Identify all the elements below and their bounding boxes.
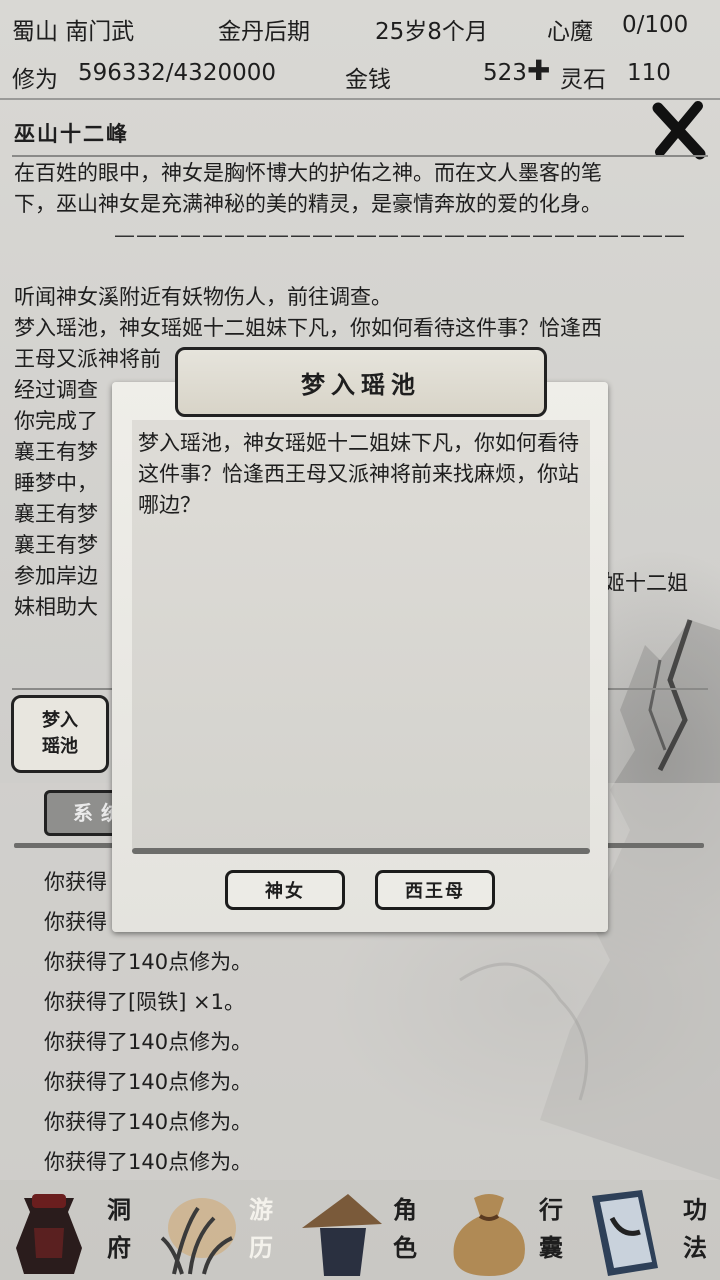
- nav-label: 法: [683, 1233, 707, 1262]
- location-text: 蜀山 南门武: [12, 19, 135, 45]
- status-bar: 蜀山 南门武 金丹后期 25岁8个月 心魔 0/100 修为 596332/43…: [0, 0, 720, 100]
- nav-item-travel[interactable]: 游 历: [150, 1180, 290, 1280]
- log-item: 你获得了140点修为。: [44, 1030, 253, 1054]
- nav-label: 游: [249, 1195, 273, 1224]
- sack-icon: [453, 1194, 525, 1276]
- event-button-dream-yaochi[interactable]: 梦入 瑶池: [11, 695, 109, 773]
- event-button-label: 瑶池: [42, 736, 78, 757]
- log-item: 你获得了140点修为。: [44, 1070, 253, 1094]
- nav-label: 府: [107, 1233, 131, 1262]
- realm-text: 金丹后期: [218, 19, 310, 45]
- money-value: 523: [483, 60, 527, 86]
- nav-item-skills[interactable]: 功 法: [580, 1180, 720, 1280]
- cultivation-value: 596332/4320000: [78, 60, 276, 86]
- treasure-bag-icon: [16, 1194, 82, 1274]
- heart-demon-label: 心魔: [547, 19, 593, 45]
- nav-label: 角: [393, 1195, 417, 1224]
- description-line: 在百姓的眼中，神女是胸怀博大的护佑之神。而在文人墨客的笔: [14, 161, 602, 185]
- nav-label: 历: [249, 1233, 273, 1262]
- nav-label: 色: [393, 1233, 417, 1262]
- description-line: 梦入瑶池，神女瑶姬十二姐妹下凡，你如何看待这件事？恰逢西: [14, 316, 602, 340]
- spirit-stone-label: 灵石: [560, 67, 606, 93]
- event-title: 巫山十二峰: [14, 121, 129, 146]
- description-line-tail: 姬十二姐: [604, 571, 688, 595]
- heart-demon-value: 0/100: [622, 12, 689, 38]
- nav-item-character[interactable]: 角 色: [290, 1180, 440, 1280]
- choice-goddess-button[interactable]: 神女: [225, 870, 345, 910]
- log-item: 你获得了140点修为。: [44, 1150, 253, 1174]
- money-label: 金钱: [345, 67, 391, 93]
- plus-icon[interactable]: ✚: [527, 54, 550, 87]
- straw-hat-icon: [302, 1194, 382, 1276]
- spirit-stone-value: 110: [627, 60, 671, 86]
- nav-label: 行: [539, 1195, 563, 1224]
- game-screen: 蜀山 南门武 金丹后期 25岁8个月 心魔 0/100 修为 596332/43…: [0, 0, 720, 1280]
- close-icon[interactable]: [648, 100, 708, 160]
- log-item: 你获得了140点修为。: [44, 950, 253, 974]
- description-line: [14, 251, 708, 282]
- scroll-book-icon: [592, 1190, 658, 1276]
- dialog-title: 梦入瑶池: [175, 347, 547, 417]
- nav-item-cave[interactable]: 洞 府: [0, 1180, 150, 1280]
- divider: [12, 155, 708, 157]
- description-line: 听闻神女溪附近有妖物伤人，前往调查。: [14, 285, 392, 309]
- event-button-label: 梦入: [42, 710, 78, 731]
- choice-queen-mother-button[interactable]: 西王母: [375, 870, 495, 910]
- description-separator: ——————————————————————————: [114, 223, 686, 247]
- grass-icon: [160, 1198, 236, 1275]
- nav-label: 洞: [107, 1195, 131, 1224]
- log-item: 你获得了[陨铁] ×1。: [44, 990, 246, 1014]
- nav-item-bag[interactable]: 行 囊: [440, 1180, 580, 1280]
- nav-label: 功: [683, 1195, 707, 1224]
- log-item: 你获得了140点修为。: [44, 1110, 253, 1134]
- description-line: 下，巫山神女是充满神秘的美的精灵，是豪情奔放的爱的化身。: [14, 192, 602, 216]
- age-text: 25岁8个月: [375, 19, 488, 45]
- dialog-question: 梦入瑶池，神女瑶姬十二姐妹下凡，你如何看待这件事？恰逢西王母又派神将前来找麻烦，…: [138, 431, 579, 517]
- cultivation-label: 修为: [12, 67, 58, 93]
- nav-label: 囊: [539, 1233, 563, 1262]
- divider: [132, 848, 590, 854]
- bottom-nav: 洞 府 游 历 角 色 行 囊 功 法: [0, 1180, 720, 1280]
